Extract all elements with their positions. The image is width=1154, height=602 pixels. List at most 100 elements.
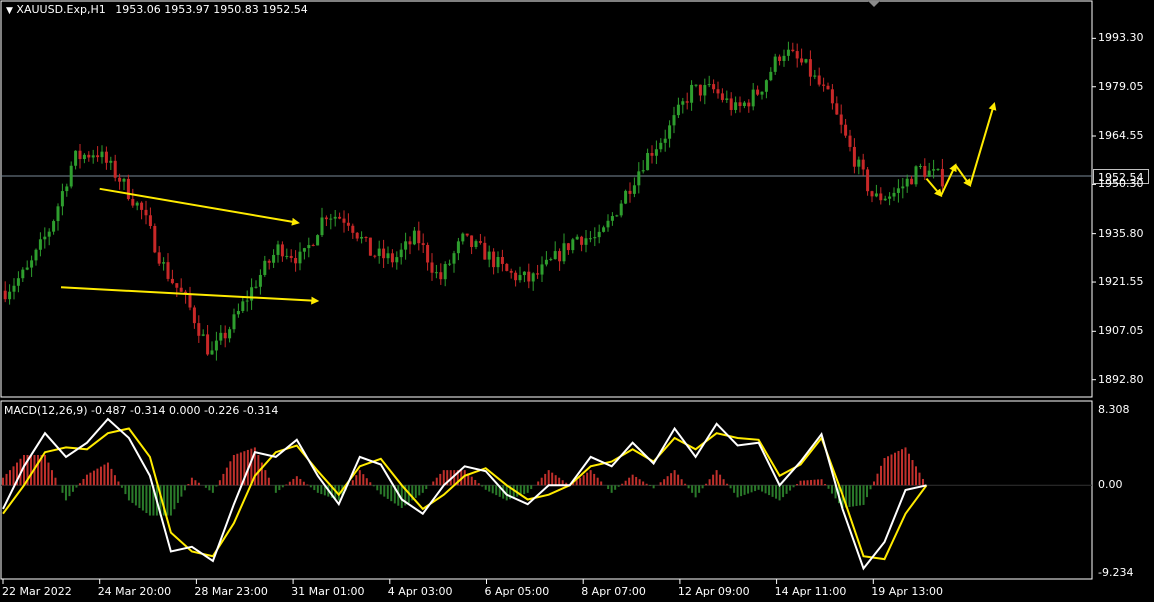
candle-body [817, 75, 821, 85]
candle-body [857, 159, 861, 167]
candle-body [830, 89, 834, 104]
candle-body [927, 170, 931, 177]
candle-body [668, 125, 672, 139]
candle-body [527, 271, 531, 282]
candle-body [148, 215, 152, 226]
candle-body [144, 209, 148, 216]
candle-body [888, 196, 892, 199]
candle-body [606, 220, 610, 228]
candle-body [540, 264, 544, 275]
symbol-info: ▼ XAUUSD.Exp,H1 1953.06 1953.97 1950.83 … [6, 3, 308, 16]
candle-body [109, 160, 113, 163]
candle-body [725, 98, 729, 100]
price-tick-label: 1979.05 [1098, 79, 1144, 93]
price-tick-label: 1892.80 [1098, 372, 1144, 386]
time-tick-label: 19 Apr 13:00 [871, 585, 944, 598]
candle-body [914, 166, 918, 185]
candle-body [12, 285, 16, 292]
candle-body [619, 203, 623, 216]
candle-body [892, 192, 896, 197]
chart-canvas[interactable] [0, 0, 1154, 602]
candle-body [377, 248, 381, 256]
candle-body [659, 142, 663, 150]
candle-body [351, 225, 355, 233]
candle-body [756, 89, 760, 95]
candle-body [430, 262, 434, 273]
candle-body [386, 253, 390, 259]
candle-body [250, 287, 254, 301]
candle-body [514, 272, 518, 281]
candle-body [448, 263, 452, 265]
candle-body [96, 155, 100, 158]
candle-body [470, 235, 474, 247]
candle-body [122, 178, 126, 182]
candle-body [241, 301, 245, 311]
candle-body [192, 307, 196, 324]
candle-body [52, 221, 56, 232]
candle-body [298, 251, 302, 264]
candle-body [808, 59, 812, 77]
candle-body [791, 49, 795, 52]
price-tick-label: 1935.80 [1098, 226, 1144, 240]
price-tick-label: 1950.30 [1098, 177, 1144, 191]
candle-body [786, 49, 790, 56]
candle-body [610, 216, 614, 221]
candle-body [628, 190, 632, 194]
candle-body [676, 104, 680, 116]
price-tick-label: 1907.05 [1098, 324, 1144, 338]
candle-body [276, 244, 280, 255]
candle-body [82, 154, 86, 160]
time-tick-label: 4 Apr 03:00 [387, 585, 453, 598]
candle-body [197, 323, 201, 336]
candle-body [901, 186, 905, 189]
candle-body [764, 80, 768, 92]
candle-body [78, 150, 82, 160]
candle-body [16, 278, 20, 286]
candle [316, 234, 320, 246]
time-tick-label: 6 Apr 05:00 [484, 585, 550, 598]
candle-body [804, 59, 808, 63]
candle-body [245, 300, 249, 302]
candle-body [707, 84, 711, 86]
price-tick-label: 1993.30 [1098, 31, 1144, 45]
candle-body [87, 154, 91, 158]
candle-body [782, 55, 786, 61]
candle-body [461, 233, 465, 242]
candle-body [408, 241, 412, 245]
candle-body [597, 231, 601, 238]
candle [914, 165, 918, 187]
candle-body [30, 260, 34, 268]
candle-body [690, 84, 694, 103]
candle-body [734, 102, 738, 110]
time-tick-label: 8 Apr 07:00 [581, 585, 646, 598]
triangle-down-icon[interactable]: ▼ [6, 6, 13, 16]
candle-body [228, 329, 232, 339]
candle-body [34, 249, 38, 261]
candle-body [571, 239, 575, 251]
candle-body [280, 244, 284, 257]
candle-body [316, 235, 320, 246]
candle-body [712, 84, 716, 90]
candle-body [703, 85, 707, 96]
time-tick-label: 12 Apr 09:00 [677, 585, 750, 598]
candle-body [368, 237, 372, 256]
candle-body [456, 241, 460, 254]
candle-body [113, 160, 117, 178]
candle-body [769, 71, 773, 81]
candle-body [940, 168, 944, 187]
candle-body [65, 186, 69, 192]
candle-body [214, 340, 218, 351]
candle-body [483, 242, 487, 260]
candle-body [439, 272, 443, 280]
candle-body [672, 115, 676, 126]
candle-body [118, 177, 122, 182]
candle-body [219, 332, 223, 341]
chart-background [0, 0, 1154, 602]
candle-body [417, 230, 421, 244]
candle-body [311, 245, 315, 247]
candle-body [179, 287, 183, 292]
candle-body [399, 249, 403, 258]
candle-body [923, 165, 927, 177]
candle-body [641, 170, 645, 172]
candle-body [56, 206, 60, 222]
